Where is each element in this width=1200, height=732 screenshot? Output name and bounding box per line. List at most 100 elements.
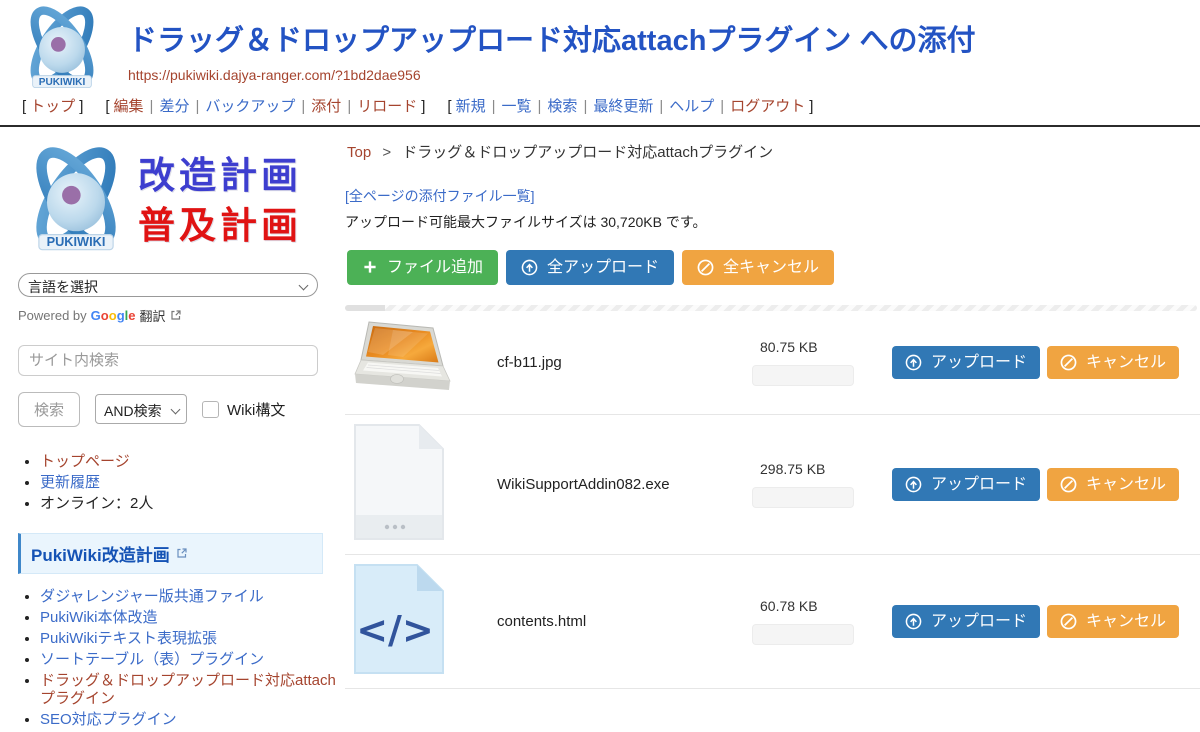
sidebar-link[interactable]: 更新履歴 [40,474,100,491]
chevron-down-icon [299,280,309,290]
pukiwiki-logo: PUKIWIKI [16,4,108,99]
cancel-button[interactable]: キャンセル [1047,346,1179,379]
sidebar-link[interactable]: トップページ [40,453,130,470]
plus-icon [362,259,378,275]
list-item: ダジャレンジャー版共通ファイル [40,588,345,606]
nav-link[interactable]: ヘルプ [669,98,714,115]
upload-all-button[interactable]: 全アップロード [506,250,674,285]
sidebar-link[interactable]: ドラッグ＆ドロップアップロード対応attachプラグイン [40,672,336,707]
sidebar-link[interactable]: PukiWikiテキスト表現拡張 [40,630,217,647]
html-file-icon: </> [353,563,445,675]
nav-separator: | [150,98,154,115]
cancel-button-label: キャンセル [1086,353,1166,372]
chevron-down-icon [171,405,181,415]
file-size-cell: 80.75 KB [752,339,880,386]
upload-button-label: アップロード [931,475,1027,494]
nav-link[interactable]: 最終更新 [593,98,653,115]
main-content: Top > ドラッグ＆ドロップアップロード対応attachプラグイン [全ページ… [345,127,1200,732]
upload-icon [905,613,922,630]
file-name: WikiSupportAddin082.exe [497,476,752,493]
breadcrumb: Top > ドラッグ＆ドロップアップロード対応attachプラグイン [345,141,1200,162]
sidebar-link[interactable]: SEO対応プラグイン [40,711,177,728]
upload-icon [905,354,922,371]
cancel-button[interactable]: キャンセル [1047,468,1179,501]
page-url[interactable]: https://pukiwiki.dajya-ranger.com/?1bd2d… [128,67,1200,83]
action-buttons: ファイル追加 全アップロード 全キャンセル [345,250,1200,285]
google-letter: G [91,308,101,323]
page-header: PUKIWIKI ドラッグ＆ドロップアップロード対応attachプラグイン への… [0,0,1200,127]
site-slogan: 改造計画 普及計画 [138,151,302,251]
add-file-button[interactable]: ファイル追加 [347,250,498,285]
file-row-buttons: アップロード キャンセル [892,468,1179,501]
breadcrumb-separator: > [382,144,391,161]
cancel-icon [697,259,714,276]
section-heading-label: PukiWiki改造計画 [31,541,170,566]
nav-group: [編集|差分|バックアップ|添付|リロード] [101,98,429,115]
nav-group: [新規|一覧|検索|最終更新|ヘルプ|ログアウト] [443,98,817,115]
sidebar-top-links: トップページ更新履歴オンライン：2人 [18,453,345,513]
nav-bracket-open: [ [447,98,451,115]
nav-link[interactable]: 一覧 [502,98,532,115]
search-mode-select[interactable]: AND検索 [95,394,187,424]
upload-button[interactable]: アップロード [892,605,1040,638]
google-letter: e [128,308,135,323]
upload-icon [521,259,538,276]
breadcrumb-current: ドラッグ＆ドロップアップロード対応attachプラグイン [402,144,773,161]
logo-brand-text: PUKIWIKI [47,234,106,249]
wiki-syntax-label: Wiki構文 [227,399,285,420]
file-name: contents.html [497,613,752,630]
cancel-button[interactable]: キャンセル [1047,605,1179,638]
upload-progress-bar [752,487,854,508]
cancel-button-label: キャンセル [1086,612,1166,631]
upload-all-label: 全アップロード [547,258,659,277]
sidebar-link[interactable]: ソートテーブル（表）プラグイン [40,651,264,668]
upload-button-label: アップロード [931,353,1027,372]
sidebar-link[interactable]: ダジャレンジャー版共通ファイル [40,588,264,605]
nav-separator: | [195,98,199,115]
file-name: cf-b11.jpg [497,354,752,371]
cancel-all-button[interactable]: 全キャンセル [682,250,834,285]
list-item: PukiWiki本体改造 [40,609,345,627]
sidebar-link[interactable]: PukiWiki本体改造 [40,609,158,626]
all-attachments-link[interactable]: [全ページの添付ファイル一覧] [345,186,535,206]
language-select-value: 言語を選択 [28,279,98,295]
nav-link[interactable]: 編集 [114,98,144,115]
language-select[interactable]: 言語を選択 [18,273,318,297]
nav-link[interactable]: ログアウト [730,98,805,115]
slogan-line-2: 普及計画 [138,201,302,251]
atom-logo-icon: PUKIWIKI [16,4,108,94]
wiki-syntax-checkbox[interactable] [202,401,219,418]
external-link-icon [176,547,188,559]
upload-icon [905,476,922,493]
file-row: WikiSupportAddin082.exe 298.75 KB アップロード [345,415,1200,555]
nav-link[interactable]: バックアップ [205,98,295,115]
external-link-icon [170,309,182,321]
search-controls: 検索 AND検索 Wiki構文 [18,392,345,427]
nav-link[interactable]: トップ [30,98,75,115]
upload-button[interactable]: アップロード [892,468,1040,501]
file-size-cell: 298.75 KB [752,461,880,508]
breadcrumb-top-link[interactable]: Top [347,144,371,161]
header-text: ドラッグ＆ドロップアップロード対応attachプラグイン への添付 https:… [128,26,1200,83]
sidebar-section-heading[interactable]: PukiWiki改造計画 [18,533,323,574]
nav-link[interactable]: リロード [357,98,417,115]
file-thumbnail-cell [345,319,497,406]
file-thumbnail-cell: </> [345,563,497,680]
nav-bracket-close: ] [809,98,813,115]
slogan-line-1: 改造計画 [138,151,302,201]
file-thumbnail-cell [345,423,497,546]
search-button[interactable]: 検索 [18,392,80,427]
list-item: ソートテーブル（表）プラグイン [40,651,345,669]
page-title: ドラッグ＆ドロップアップロード対応attachプラグイン への添付 [128,26,1200,58]
upload-progress-bar [752,365,854,386]
cancel-button-label: キャンセル [1086,475,1166,494]
svg-text:</>: </> [356,608,434,652]
file-row: </> contents.html 60.78 KB アップロード [345,555,1200,689]
upload-button[interactable]: アップロード [892,346,1040,379]
nav-link[interactable]: 差分 [159,98,189,115]
site-search-input[interactable] [18,345,318,376]
nav-link[interactable]: 新規 [456,98,486,115]
nav-link[interactable]: 検索 [547,98,577,115]
file-row-buttons: アップロード キャンセル [892,346,1179,379]
nav-link[interactable]: 添付 [311,98,341,115]
